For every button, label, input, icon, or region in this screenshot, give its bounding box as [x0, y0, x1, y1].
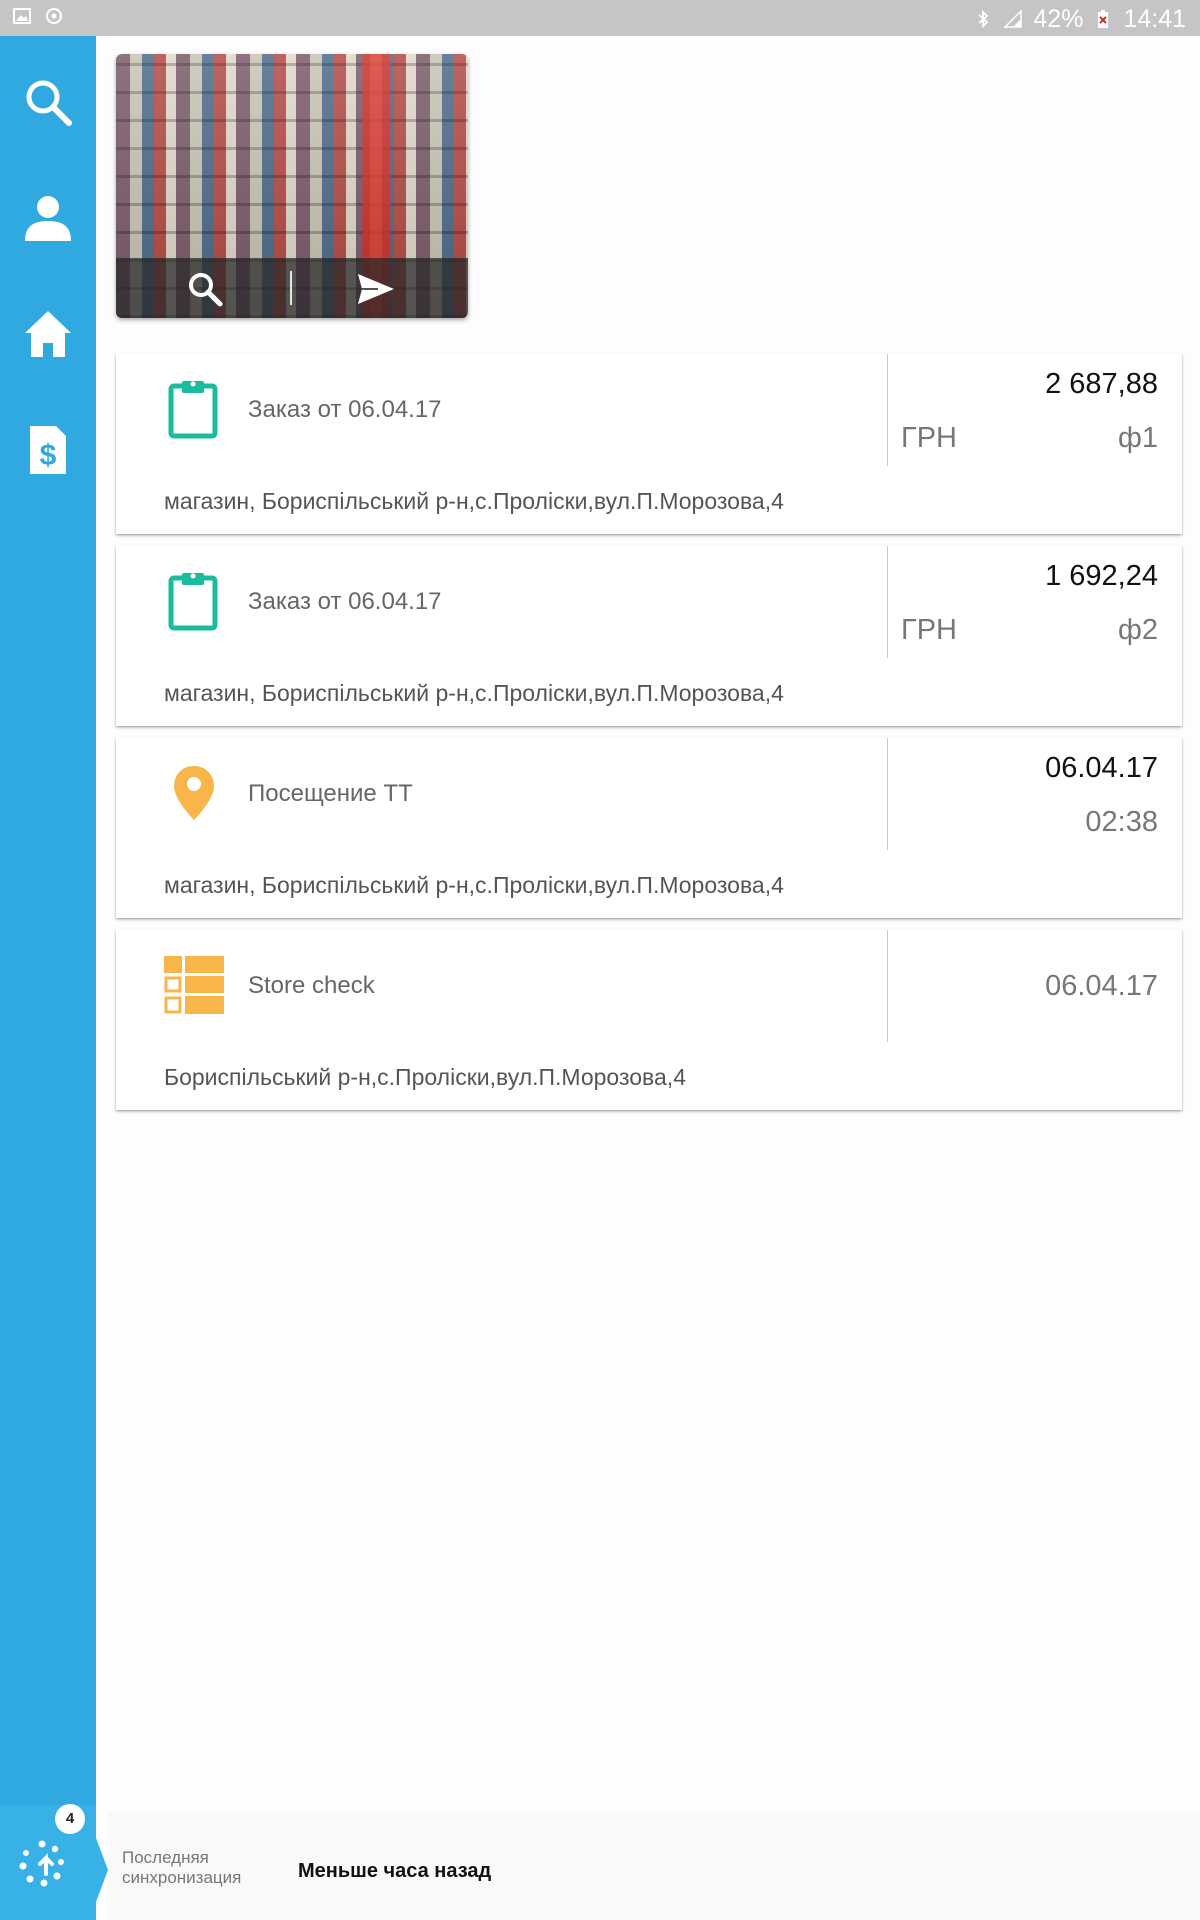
last-sync-value: Меньше часа назад [298, 1860, 492, 1882]
status-bar-left [12, 6, 64, 26]
sync-status-footer: Последняя синхронизация Меньше часа наза… [108, 1812, 1200, 1920]
card-divider [887, 930, 888, 1042]
visit-address: магазин, Бориспільський р-н,с.Проліски,в… [164, 872, 784, 898]
battery-percent: 42% [1033, 4, 1084, 33]
bluetooth-icon [978, 9, 989, 29]
order-address: магазин, Бориспільський р-н,с.Проліски,в… [164, 680, 784, 706]
sidebar-item-profile[interactable] [0, 166, 96, 270]
order-form-code: ф1 [1118, 422, 1158, 454]
user-icon [25, 196, 71, 241]
invoice-dollar-icon: $ [30, 426, 66, 474]
location-pin-icon [174, 766, 214, 820]
card-divider [887, 354, 888, 466]
sync-button-pointer [96, 1838, 108, 1902]
clipboard-icon [168, 573, 218, 631]
svg-text:$: $ [40, 439, 57, 472]
sync-notification-icon [46, 8, 62, 24]
photo-toolbar-divider [290, 271, 292, 305]
signal-icon [1003, 9, 1023, 28]
order-card[interactable]: Заказ от 06.04.17 1 692,24 ГРН ф2 магази… [116, 546, 1182, 726]
order-currency: ГРН [901, 422, 957, 454]
sidebar-item-home[interactable] [0, 282, 96, 386]
order-title: Заказ от 06.04.17 [248, 588, 442, 615]
store-photo[interactable] [116, 54, 468, 318]
store-check-date: 06.04.17 [1045, 970, 1158, 1002]
store-check-card[interactable]: Store check 06.04.17 Бориспільський р-н,… [116, 930, 1182, 1110]
sidebar-item-finance[interactable]: $ [0, 398, 96, 502]
store-check-address: Бориспільський р-н,с.Проліски,вул.П.Моро… [164, 1064, 686, 1090]
home-icon [25, 311, 71, 357]
clipboard-icon [168, 381, 218, 439]
photo-toolbar [116, 258, 468, 318]
sidebar-item-search[interactable] [0, 50, 96, 154]
sync-count-badge: 4 [55, 1804, 85, 1834]
photo-zoom-icon[interactable] [186, 270, 224, 308]
last-sync-label: Последняя синхронизация [122, 1848, 242, 1887]
order-currency: ГРН [901, 614, 957, 646]
sidebar: $ [0, 36, 96, 1920]
visit-card[interactable]: Посещение ТТ 06.04.17 02:38 магазин, Бор… [116, 738, 1182, 918]
visit-date: 06.04.17 [1045, 752, 1158, 784]
card-divider [887, 546, 888, 658]
send-icon[interactable] [356, 272, 396, 306]
order-amount: 1 692,24 [1045, 560, 1158, 592]
order-address: магазин, Бориспільський р-н,с.Проліски,в… [164, 488, 784, 514]
card-divider [887, 738, 888, 850]
store-check-title: Store check [248, 972, 375, 999]
gallery-notification-icon [13, 8, 31, 24]
battery-icon [1098, 10, 1109, 28]
checklist-table-icon [164, 956, 224, 1014]
order-card[interactable]: Заказ от 06.04.17 2 687,88 ГРН ф1 магази… [116, 354, 1182, 534]
status-bar: 42% 14:41 [0, 0, 1200, 36]
sync-icon [19, 1840, 64, 1887]
order-title: Заказ от 06.04.17 [248, 396, 442, 423]
visit-time: 02:38 [1085, 806, 1158, 838]
search-icon [26, 80, 72, 126]
clock: 14:41 [1123, 4, 1186, 33]
visit-title: Посещение ТТ [248, 780, 413, 807]
status-bar-right: 42% 14:41 [973, 3, 1186, 35]
order-form-code: ф2 [1118, 614, 1158, 646]
order-amount: 2 687,88 [1045, 368, 1158, 400]
